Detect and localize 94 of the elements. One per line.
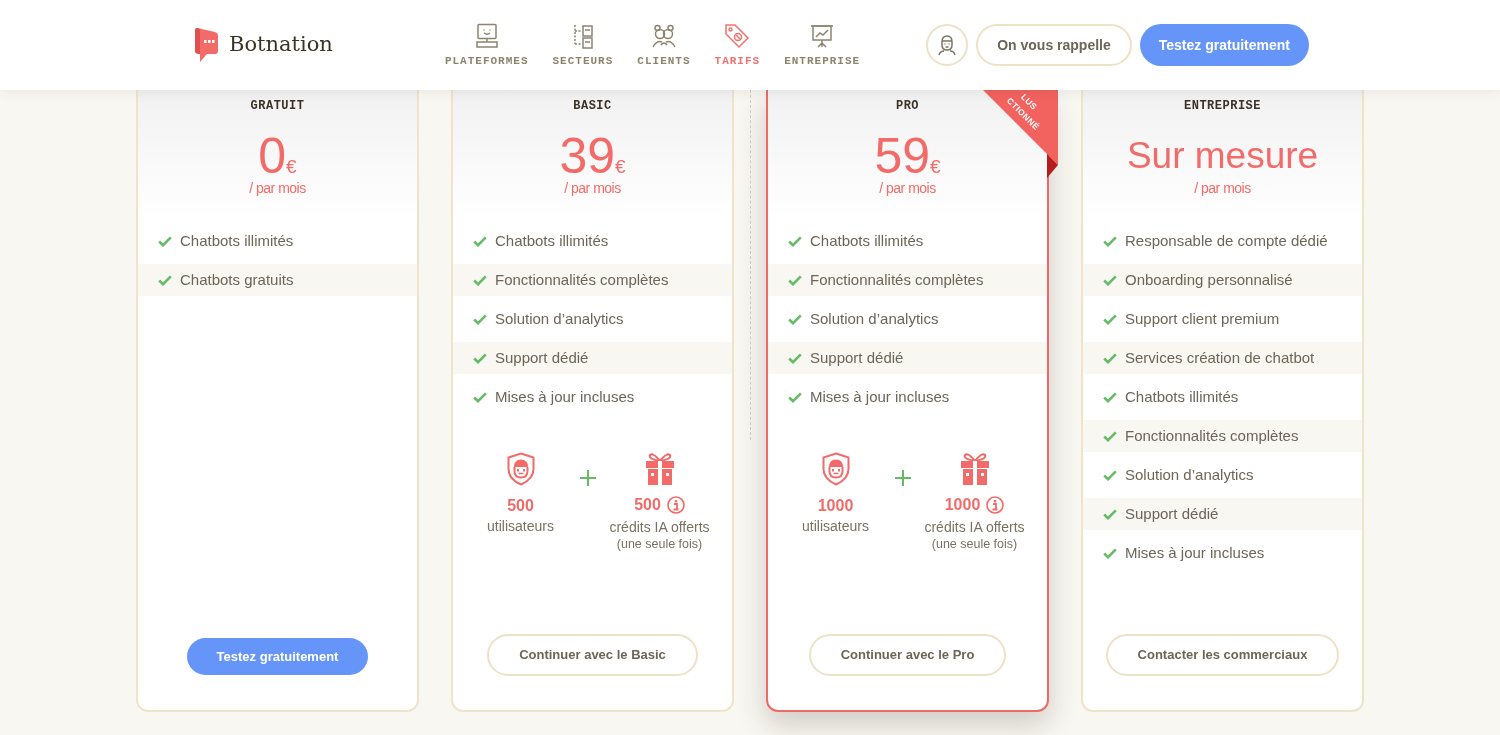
credit-count: 500 (634, 495, 661, 515)
nav-link[interactable]: CLIENTS (637, 22, 691, 68)
plan-name: PRO (895, 98, 920, 114)
feature-text: Solution d’analytics (810, 308, 939, 329)
plan-price: 0 (258, 134, 287, 178)
check-icon (1103, 391, 1117, 403)
feature-text: Support dédié (1125, 503, 1219, 524)
feature-text: Services création de chatbot (1125, 347, 1315, 368)
plan-button[interactable]: Testez gratuitement (186, 638, 369, 675)
check-icon (788, 274, 802, 286)
plan-price: Sur mesure (1126, 134, 1319, 178)
plan-price: 39 (559, 134, 615, 178)
check-icon (473, 274, 487, 286)
feature-text: Chatbots illimités (810, 230, 924, 251)
currency-symbol: € (930, 157, 941, 177)
nav-link[interactable]: SECTEURS (552, 22, 614, 68)
feature-text: Solution d’analytics (495, 308, 624, 329)
shield-face-icon (505, 452, 536, 486)
check-icon (1103, 274, 1117, 286)
check-icon (158, 274, 172, 286)
check-icon (1103, 469, 1117, 481)
logo-text[interactable]: Botnation (229, 29, 333, 61)
feature-text: Onboarding personnalisé (1125, 269, 1293, 290)
price-tag-icon (724, 22, 751, 49)
check-icon (788, 391, 802, 403)
currency-symbol: € (615, 157, 626, 177)
user-label: utilisateurs (802, 517, 869, 535)
price-period: / par mois (1194, 179, 1251, 197)
check-icon (1103, 313, 1117, 325)
check-icon (788, 352, 802, 364)
plan-price: 59 (874, 134, 930, 178)
feature-text: Fonctionnalités complètes (495, 269, 669, 290)
feature-text: Support client premium (1125, 308, 1280, 329)
computer-icon (473, 22, 500, 49)
credit-note: (une seule fois) (616, 536, 703, 553)
plan-button[interactable]: Continuer avec le Basic (487, 634, 698, 676)
header-button[interactable]: Testez gratuitement (1139, 24, 1309, 66)
shield-face-icon (820, 452, 851, 486)
currency-symbol: € (286, 157, 297, 177)
feature-text: Fonctionnalités complètes (810, 269, 984, 290)
check-icon (1103, 430, 1117, 442)
profile-button[interactable] (926, 24, 969, 66)
check-icon (1103, 508, 1117, 520)
check-icon (1103, 235, 1117, 247)
feature-text: Mises à jour incluses (1125, 542, 1265, 563)
plan-button[interactable]: Continuer avec le Pro (808, 634, 1007, 676)
person-icon (937, 34, 958, 56)
credit-count: 1000 (944, 495, 981, 515)
check-icon (473, 235, 487, 247)
plus-icon (894, 470, 911, 486)
feature-text: Chatbots illimités (495, 230, 609, 251)
info-icon[interactable] (666, 496, 685, 514)
credit-note: (une seule fois) (931, 536, 1018, 553)
feature-text: Mises à jour incluses (495, 386, 635, 407)
plan-name: GRATUIT (250, 98, 305, 114)
credit-label: crédits IA offerts (924, 518, 1025, 536)
user-label: utilisateurs (487, 517, 554, 535)
header-button[interactable]: On vous rappelle (976, 24, 1132, 66)
nav-link[interactable]: ENTREPRISE (784, 22, 861, 68)
nav-link[interactable]: TARIFS (714, 22, 761, 68)
user-count: 500 (507, 496, 534, 516)
info-icon[interactable] (986, 496, 1005, 514)
feature-text: Chatbots gratuits (180, 269, 294, 290)
price-period: / par mois (564, 179, 621, 197)
check-icon (1103, 547, 1117, 559)
user-count: 1000 (817, 496, 854, 516)
gift-icon (643, 452, 676, 486)
logo-icon[interactable] (194, 27, 219, 63)
gift-icon (958, 452, 991, 486)
feature-text: Support dédié (810, 347, 904, 368)
check-icon (788, 235, 802, 247)
plan-name: ENTREPRISE (1184, 98, 1261, 114)
feature-text: Solution d’analytics (1125, 464, 1254, 485)
check-icon (788, 313, 802, 325)
check-icon (473, 352, 487, 364)
plan-name: BASIC (573, 98, 612, 114)
price-period: / par mois (249, 179, 306, 197)
plus-icon (579, 470, 596, 486)
check-icon (1103, 352, 1117, 364)
people-icon (650, 22, 677, 49)
check-icon (473, 313, 487, 325)
plan-button[interactable]: Contacter les commerciaux (1105, 634, 1340, 676)
feature-text: Fonctionnalités complètes (1125, 425, 1299, 446)
presentation-board-icon (809, 22, 836, 49)
price-period: / par mois (879, 179, 936, 197)
feature-text: Responsable de compte dédié (1125, 230, 1328, 251)
nav-link[interactable]: PLATEFORMES (444, 22, 529, 68)
check-icon (473, 391, 487, 403)
check-icon (158, 235, 172, 247)
credit-label: crédits IA offerts (609, 518, 710, 536)
feature-text: Chatbots illimités (1125, 386, 1239, 407)
feature-text: Chatbots illimités (180, 230, 294, 251)
feature-text: Mises à jour incluses (810, 386, 950, 407)
feature-text: Support dédié (495, 347, 589, 368)
